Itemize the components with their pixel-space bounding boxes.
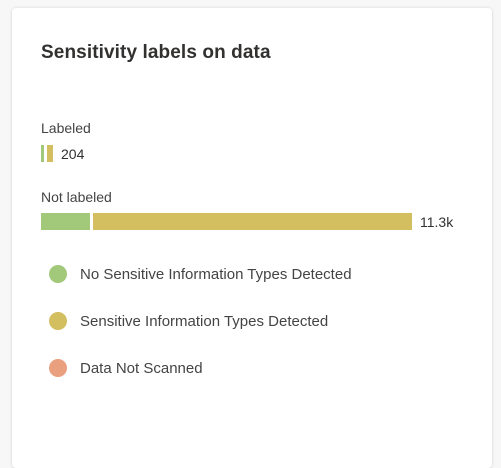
bar-segment-labeled-sensitive[interactable] — [47, 145, 53, 162]
bar-row-labeled[interactable]: 204 — [41, 145, 84, 162]
bar-total-not-labeled: 11.3k — [420, 213, 454, 230]
category-label-not-labeled: Not labeled — [41, 189, 112, 205]
legend-dot-not-scanned-icon — [49, 359, 67, 377]
legend-item-no-sensitive[interactable]: No Sensitive Information Types Detected — [49, 263, 352, 285]
legend-label-sensitive: Sensitive Information Types Detected — [80, 312, 329, 330]
bar-segment-not-labeled-no-sensitive[interactable] — [41, 213, 90, 230]
legend-item-sensitive[interactable]: Sensitive Information Types Detected — [49, 310, 352, 332]
bar-total-labeled: 204 — [61, 145, 85, 162]
chart-legend: No Sensitive Information Types Detected … — [49, 263, 352, 404]
category-label-labeled: Labeled — [41, 120, 91, 136]
legend-item-not-scanned[interactable]: Data Not Scanned — [49, 357, 352, 379]
sensitivity-labels-card: Sensitivity labels on data Labeled 204 N… — [12, 8, 492, 468]
bar-segment-not-labeled-sensitive[interactable] — [93, 213, 412, 230]
bar-row-not-labeled[interactable]: 11.3k — [41, 213, 453, 230]
legend-dot-sensitive-icon — [49, 312, 67, 330]
legend-dot-no-sensitive-icon — [49, 265, 67, 283]
card-title: Sensitivity labels on data — [41, 42, 271, 63]
legend-label-no-sensitive: No Sensitive Information Types Detected — [80, 265, 352, 283]
bar-segment-labeled-no-sensitive[interactable] — [41, 145, 44, 162]
legend-label-not-scanned: Data Not Scanned — [80, 359, 203, 377]
